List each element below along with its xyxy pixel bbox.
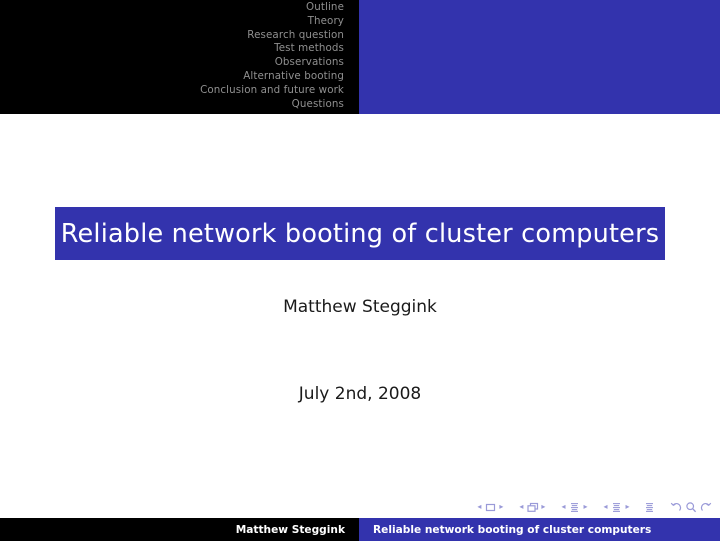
sidebar-item-questions[interactable]: Questions <box>200 98 344 112</box>
document-icon[interactable] <box>643 501 656 514</box>
next-section-icon[interactable]: ▸ <box>625 503 629 511</box>
title-banner: Reliable network booting of cluster comp… <box>55 207 665 260</box>
beamer-navigation-symbols[interactable]: ◂ ▸ ◂ ▸ ◂ ▸ ◂ ▸ <box>475 498 712 516</box>
previous-subsection-icon[interactable]: ◂ <box>561 503 565 511</box>
next-slide-icon[interactable]: ▸ <box>499 503 503 511</box>
footline-author: Matthew Steggink <box>235 523 345 536</box>
presentation-date: July 2nd, 2008 <box>298 384 422 404</box>
search-icon[interactable] <box>685 501 697 514</box>
subsection-icon[interactable] <box>568 501 581 514</box>
presentation-slide: Outline Theory Research question Test me… <box>0 0 720 541</box>
section-navigation-group[interactable]: ◂ ▸ <box>601 501 632 514</box>
slide-icon[interactable] <box>484 501 497 514</box>
sidebar-item-test-methods[interactable]: Test methods <box>200 42 344 56</box>
back-arrow-icon[interactable] <box>670 501 682 514</box>
document-navigation-group[interactable] <box>670 501 712 514</box>
subsection-navigation-group[interactable]: ◂ ▸ <box>559 501 590 514</box>
next-subsection-icon[interactable]: ▸ <box>583 503 587 511</box>
sidebar-item-research-question[interactable]: Research question <box>200 29 344 43</box>
footline-title-panel: Reliable network booting of cluster comp… <box>359 518 720 541</box>
previous-slide-icon[interactable]: ◂ <box>477 503 481 511</box>
headline-bar: Outline Theory Research question Test me… <box>0 0 720 114</box>
frame-navigation-group[interactable]: ◂ ▸ <box>517 501 548 514</box>
section-icon[interactable] <box>610 501 623 514</box>
section-navigation: Outline Theory Research question Test me… <box>200 1 344 111</box>
frame-icon[interactable] <box>526 501 539 514</box>
previous-frame-icon[interactable]: ◂ <box>519 503 523 511</box>
footline-title: Reliable network booting of cluster comp… <box>373 523 652 536</box>
sidebar-item-observations[interactable]: Observations <box>200 56 344 70</box>
page-title: Reliable network booting of cluster comp… <box>60 218 660 249</box>
footline-author-panel: Matthew Steggink <box>0 518 359 541</box>
author-name: Matthew Steggink <box>283 297 437 317</box>
next-frame-icon[interactable]: ▸ <box>541 503 545 511</box>
footline-bar: Matthew Steggink Reliable network bootin… <box>0 518 720 541</box>
sidebar-item-alternative-booting[interactable]: Alternative booting <box>200 70 344 84</box>
sidebar-item-conclusion-and-future-work[interactable]: Conclusion and future work <box>200 84 344 98</box>
slide-navigation-group[interactable]: ◂ ▸ <box>475 501 506 514</box>
sidebar-item-theory[interactable]: Theory <box>200 15 344 29</box>
forward-arrow-icon[interactable] <box>700 501 712 514</box>
previous-section-icon[interactable]: ◂ <box>603 503 607 511</box>
sidebar-item-outline[interactable]: Outline <box>200 1 344 15</box>
